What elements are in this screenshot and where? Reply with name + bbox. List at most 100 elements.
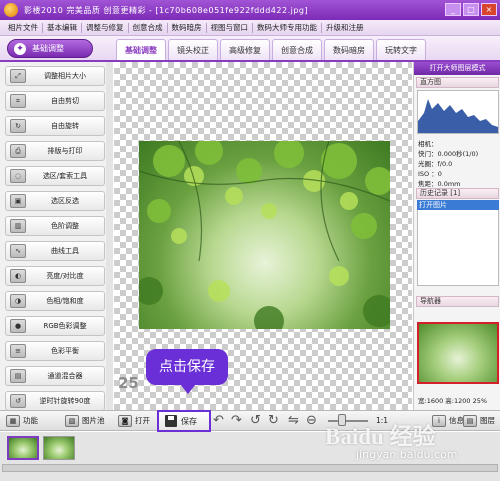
tool-label: 调整相片大小 [44, 72, 86, 80]
tab-lens[interactable]: 镜头校正 [168, 39, 218, 60]
tool-label: 自由剪切 [51, 97, 79, 105]
app-logo-icon [4, 3, 18, 17]
rgb-icon: ● [10, 319, 26, 333]
aperture-info: 光圈：f/0.0 [418, 160, 453, 168]
maximize-button[interactable]: □ [463, 3, 479, 16]
tool-color-balance[interactable]: ≡ 色彩平衡 [5, 341, 105, 361]
zoom-label: 25 [118, 374, 139, 392]
tool-label: 逆时针旋转90度 [39, 397, 91, 405]
tab-text[interactable]: 玩转文字 [376, 39, 426, 60]
tool-resize[interactable]: ⤢ 调整相片大小 [5, 66, 105, 86]
tool-label: 亮度/对比度 [46, 272, 84, 280]
info-button[interactable]: i 信息 [432, 414, 464, 428]
tool-label: 排版与打印 [47, 147, 83, 155]
tool-hue[interactable]: ◑ 色相/饱和度 [5, 291, 105, 311]
tool-label: 通道混合器 [47, 372, 83, 380]
tabs: 基础调整 镜头校正 高级修复 创意合成 数码暗房 玩转文字 [116, 39, 426, 60]
tool-levels[interactable]: ▥ 色阶调整 [5, 216, 105, 236]
window-controls: _ □ × [445, 3, 497, 16]
minimize-button[interactable]: _ [445, 3, 461, 16]
tool-panel: ⤢ 调整相片大小 ⌗ 自由剪切 ↻ 自由旋转 ⎙ 排版与打印 ◌ 选区/套索工具… [0, 62, 113, 410]
tool-rotate[interactable]: ↻ 自由旋转 [5, 116, 105, 136]
rotate-right-icon[interactable]: ↻ [268, 413, 279, 428]
history-item[interactable]: 打开图片 [417, 200, 499, 210]
color-balance-icon: ≡ [10, 344, 26, 358]
invert-selection-icon: ▣ [10, 194, 26, 208]
tab-creative[interactable]: 创意合成 [272, 39, 322, 60]
basic-adjust-button[interactable]: ✦ 基础调整 [7, 39, 93, 58]
menu-file[interactable]: 相片文件 [4, 22, 42, 33]
tab-bar: ✦ 基础调整 基础调整 镜头校正 高级修复 创意合成 数码暗房 玩转文字 [0, 36, 500, 62]
levels-icon: ▥ [10, 219, 26, 233]
function-icon: ▦ [6, 415, 20, 427]
tool-rotate-ccw[interactable]: ↺ 逆时针旋转90度 [5, 391, 105, 410]
function-label: 功能 [23, 416, 38, 425]
menu-upgrade[interactable]: 升级和注册 [322, 22, 368, 33]
basic-adjust-label: 基础调整 [32, 44, 64, 53]
function-button[interactable]: ▦ 功能 [6, 414, 38, 428]
save-callout: 点击保存 [146, 349, 228, 385]
tool-label: 色彩平衡 [51, 347, 79, 355]
callout-pointer [180, 384, 196, 394]
close-button[interactable]: × [481, 3, 497, 16]
tool-label: 自由旋转 [51, 122, 79, 130]
album-button[interactable]: ▧ 图片池 [65, 414, 105, 428]
menu-adjust[interactable]: 调整与修复 [82, 22, 128, 33]
rotate-ccw-icon: ↺ [10, 394, 26, 408]
tool-lasso[interactable]: ◌ 选区/套索工具 [5, 166, 105, 186]
undo-icon[interactable]: ↶ [213, 413, 224, 428]
layer-button[interactable]: ▤ 图层 [463, 414, 495, 428]
tool-invert-selection[interactable]: ▣ 选区反选 [5, 191, 105, 211]
tool-crop[interactable]: ⌗ 自由剪切 [5, 91, 105, 111]
save-label: 保存 [181, 416, 197, 426]
album-label: 图片池 [82, 416, 105, 425]
right-panel: 打开大师图层模式 直方图 相机： 快门：0.000秒(1/0) 光圈：f/0.0… [413, 62, 500, 410]
tool-label: 选区/套索工具 [42, 172, 88, 180]
redo-icon[interactable]: ↷ [231, 413, 242, 428]
camera-model: 相机： [418, 140, 438, 148]
album-icon: ▧ [65, 415, 79, 427]
tab-basic[interactable]: 基础调整 [116, 39, 166, 60]
film-thumb-selected[interactable] [7, 436, 39, 460]
tool-label: 色阶调整 [51, 222, 79, 230]
iso-info: ISO ：0 [418, 170, 442, 178]
film-thumb[interactable] [43, 436, 75, 460]
open-button[interactable]: ◙ 打开 [118, 414, 150, 428]
title-bar: 影楼2010 完美品质 创意更精彩 - [1c70b608e051fe922fd… [0, 0, 500, 20]
save-disk-icon [165, 415, 177, 427]
baidu-watermark: Baidu 经验 [325, 424, 436, 449]
flip-icon[interactable]: ⇋ [288, 413, 299, 428]
crop-icon: ⌗ [10, 94, 26, 108]
layer-label: 图层 [480, 416, 495, 425]
tool-print[interactable]: ⎙ 排版与打印 [5, 141, 105, 161]
save-button[interactable]: 保存 [157, 410, 211, 432]
rotate-left-icon[interactable]: ↺ [250, 413, 261, 428]
histogram [417, 90, 499, 134]
filmstrip-scrollbar[interactable] [2, 464, 498, 472]
brightness-icon: ◐ [10, 269, 26, 283]
menu-creative[interactable]: 创意合成 [129, 22, 167, 33]
tool-curves[interactable]: ∿ 曲线工具 [5, 241, 105, 261]
menu-darkroom[interactable]: 数码暗房 [168, 22, 206, 33]
menu-master[interactable]: 数码大师专用功能 [253, 22, 321, 33]
zoom-out-icon[interactable]: ⊖ [306, 413, 317, 428]
tool-label: RGB色彩调整 [43, 322, 87, 330]
navigator-thumbnail[interactable] [417, 322, 499, 384]
layer-mode-button[interactable]: 打开大师图层模式 [414, 62, 500, 75]
tool-rgb[interactable]: ● RGB色彩调整 [5, 316, 105, 336]
watermark-url: jingyan.baidu.com [356, 448, 458, 461]
tool-brightness[interactable]: ◐ 亮度/对比度 [5, 266, 105, 286]
histogram-graph [418, 99, 498, 133]
info-label: 信息 [449, 416, 464, 425]
photo-image [139, 141, 390, 329]
menu-edit[interactable]: 基本编辑 [43, 22, 81, 33]
tab-advanced[interactable]: 高级修复 [220, 39, 270, 60]
tool-panel-scrollbar[interactable] [106, 62, 113, 410]
menu-view[interactable]: 视图与窗口 [207, 22, 253, 33]
tool-channel-mixer[interactable]: ▤ 通道混合器 [5, 366, 105, 386]
channel-mixer-icon: ▤ [10, 369, 26, 383]
layer-icon: ▤ [463, 415, 477, 427]
tab-darkroom[interactable]: 数码暗房 [324, 39, 374, 60]
shutter-info: 快门：0.000秒(1/0) [418, 150, 479, 158]
resize-icon: ⤢ [10, 69, 26, 83]
